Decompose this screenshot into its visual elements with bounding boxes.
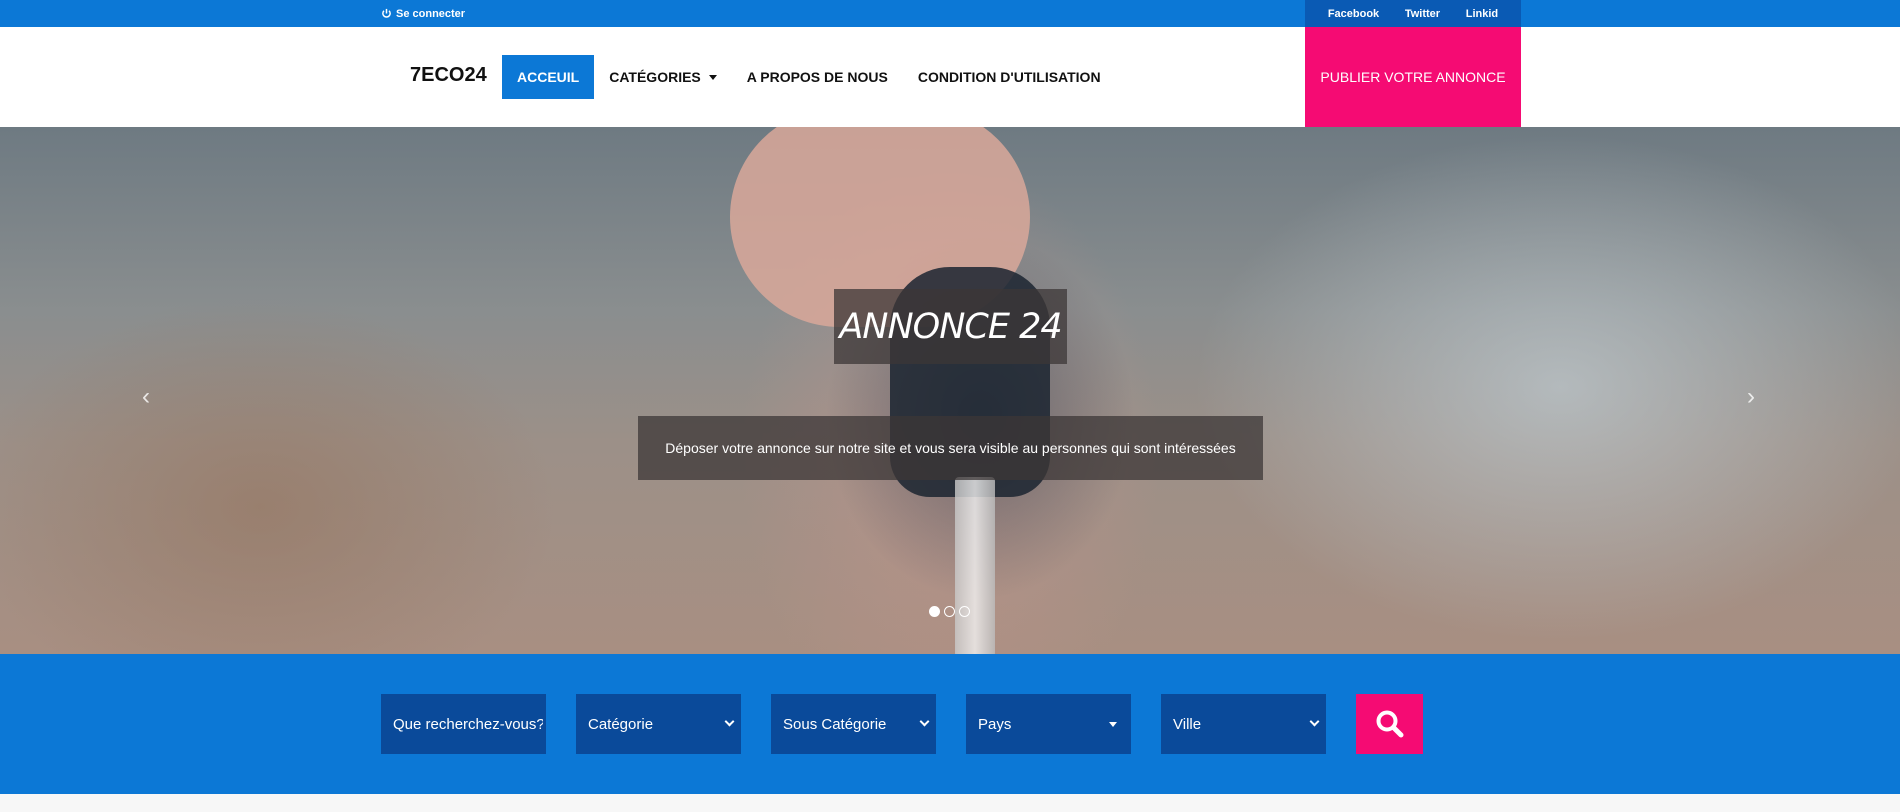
nav-label: CONDITION D'UTILISATION [917, 69, 1101, 85]
category-select-value: Catégorie [588, 715, 654, 733]
search-button[interactable] [1356, 694, 1423, 754]
country-select-value: Pays [978, 715, 1012, 733]
nav-item-acceuil[interactable]: ACCEUIL [502, 55, 595, 99]
nav-item-about[interactable]: A PROPOS DE NOUS [732, 55, 903, 99]
twitter-link[interactable]: Twitter [1405, 8, 1440, 20]
search-input[interactable] [393, 715, 543, 733]
top-bar: Se connecter Facebook Twitter Linkid [0, 0, 1900, 27]
carousel-next-icon[interactable]: › [1747, 383, 1755, 411]
hero-title: ANNONCE 24 [839, 306, 1062, 347]
site-logo[interactable]: 7ECO24 [410, 64, 487, 87]
search-icon [1376, 710, 1403, 738]
chevron-down-icon [919, 716, 930, 727]
carousel-dot-1[interactable] [929, 606, 940, 617]
hero-carousel: ANNONCE 24 Déposer votre annonce sur not… [0, 127, 1900, 654]
search-bar: Catégorie Sous Catégorie Pays Ville [0, 654, 1900, 794]
power-icon [382, 8, 391, 18]
hero-subtitle-box: Déposer votre annonce sur notre site et … [638, 416, 1263, 480]
hero-title-box: ANNONCE 24 [834, 289, 1067, 364]
hero-image-key [955, 477, 995, 654]
subcategory-select-value: Sous Catégorie [783, 715, 887, 733]
city-select-value: Ville [1173, 715, 1202, 733]
publish-ad-button[interactable]: PUBLIER VOTRE ANNONCE [1305, 27, 1521, 127]
main-nav: ACCEUIL CATÉGORIES A PROPOS DE NOUS COND… [502, 55, 1116, 99]
subcategory-select[interactable]: Sous Catégorie [771, 694, 936, 754]
carousel-dot-3[interactable] [959, 606, 970, 617]
nav-label: CATÉGORIES [609, 69, 701, 85]
hero-subtitle: Déposer votre annonce sur notre site et … [665, 440, 1236, 456]
main-header: 7ECO24 ACCEUIL CATÉGORIES A PROPOS DE NO… [0, 27, 1900, 127]
category-select[interactable]: Catégorie [576, 694, 741, 754]
carousel-indicators [929, 606, 970, 617]
nav-item-terms[interactable]: CONDITION D'UTILISATION [903, 55, 1116, 99]
caret-down-icon [1109, 722, 1117, 727]
nav-label: A PROPOS DE NOUS [746, 69, 888, 85]
nav-item-categories[interactable]: CATÉGORIES [594, 55, 732, 99]
facebook-link[interactable]: Facebook [1328, 8, 1379, 20]
chevron-down-icon [724, 716, 735, 727]
page-content-start [0, 794, 1900, 812]
login-label: Se connecter [396, 7, 466, 20]
carousel-prev-icon[interactable]: ‹ [142, 383, 150, 411]
chevron-down-icon [1309, 716, 1320, 727]
country-select[interactable]: Pays [966, 694, 1131, 754]
city-select[interactable]: Ville [1161, 694, 1326, 754]
carousel-dot-2[interactable] [944, 606, 955, 617]
nav-label: ACCEUIL [517, 69, 580, 85]
login-link[interactable]: Se connecter [381, 0, 465, 27]
search-input-wrapper [381, 694, 546, 754]
linkid-link[interactable]: Linkid [1466, 8, 1498, 20]
caret-down-icon [708, 74, 717, 80]
social-links: Facebook Twitter Linkid [1305, 0, 1521, 27]
